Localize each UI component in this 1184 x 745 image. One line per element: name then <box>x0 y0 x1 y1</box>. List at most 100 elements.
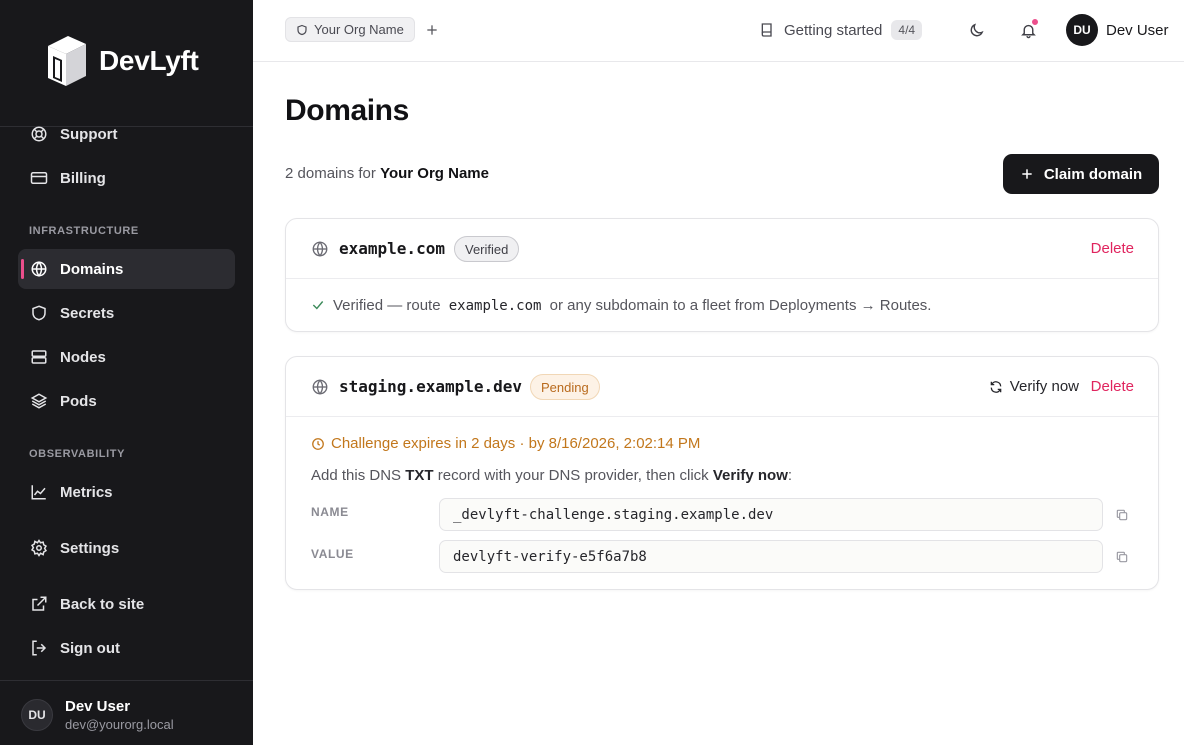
sidebar-item-support[interactable]: Support <box>18 114 235 154</box>
shield-icon <box>297 24 307 35</box>
note-suffix: or any subdomain to a fleet from Deploym… <box>549 297 932 314</box>
verify-now-button[interactable]: Verify now <box>989 378 1079 395</box>
verified-note: Verified — route example.com or any subd… <box>333 297 931 314</box>
instr-action: Verify now <box>712 467 788 484</box>
logo[interactable]: DevLyft <box>44 34 199 88</box>
sidebar-item-label: Secrets <box>60 304 115 322</box>
org-name: Your Org Name <box>314 22 404 37</box>
org-switcher[interactable]: Your Org Name <box>285 17 415 42</box>
sidebar: DevLyft Support Billing INFRASTRUCTURE D… <box>0 0 253 745</box>
verify-now-label: Verify now <box>1009 378 1079 395</box>
org-name: Your Org Name <box>380 165 489 182</box>
globe-icon <box>312 241 328 257</box>
sidebar-item-domains[interactable]: Domains <box>18 249 235 289</box>
check-icon <box>312 301 324 310</box>
sidebar-item-label: Nodes <box>60 348 106 366</box>
sidebar-item-label: Domains <box>60 260 124 278</box>
status-badge: Verified <box>454 236 520 262</box>
sidebar-item-metrics[interactable]: Metrics <box>18 472 235 512</box>
sidebar-item-label: Sign out <box>60 639 120 657</box>
record-name-label: NAME <box>311 505 349 519</box>
domain-card-body: Challenge expires in 2 days · by 8/16/20… <box>286 417 1158 589</box>
sidebar-item-billing[interactable]: Billing <box>18 158 235 198</box>
copy-icon[interactable] <box>1115 550 1129 564</box>
claim-domain-button[interactable]: Claim domain <box>1003 154 1159 194</box>
sidebar-item-label: Metrics <box>60 483 113 501</box>
domain-card: example.com Verified Delete Verified — r… <box>285 218 1159 332</box>
sidebar-item-back-to-site[interactable]: Back to site <box>18 584 235 624</box>
refresh-icon <box>990 380 1002 393</box>
user-email: dev@yourorg.local <box>65 717 174 732</box>
delete-button[interactable]: Delete <box>1091 240 1134 257</box>
note-prefix: Verified — route <box>333 297 441 314</box>
instr-suffix: : <box>787 467 793 484</box>
challenge-text: Challenge expires in 2 days · by 8/16/20… <box>331 435 701 452</box>
domain-count-text: 2 domains for <box>285 165 376 182</box>
globe-icon <box>31 261 47 277</box>
domain-name: example.com <box>339 239 445 258</box>
avatar: DU <box>21 699 53 731</box>
lifebuoy-icon <box>31 126 47 142</box>
section-label-infrastructure: INFRASTRUCTURE <box>29 225 139 237</box>
sidebar-item-pods[interactable]: Pods <box>18 381 235 421</box>
logo-text: DevLyft <box>99 45 199 76</box>
domain-card-body: Verified — route example.com or any subd… <box>286 279 1158 331</box>
sidebar-item-label: Billing <box>60 169 106 187</box>
sidebar-item-settings[interactable]: Settings <box>18 528 235 568</box>
domain-card: staging.example.dev Pending Verify now D… <box>285 356 1159 590</box>
gear-icon <box>30 539 48 557</box>
layers-icon <box>30 393 48 409</box>
external-link-icon <box>32 596 47 611</box>
sign-out-icon <box>32 640 47 656</box>
instr-text: record with your DNS provider, then clic… <box>437 467 709 484</box>
globe-icon <box>312 379 328 395</box>
challenge-expiry: Challenge expires in 2 days · by 8/16/20… <box>311 435 700 452</box>
notifications-button[interactable] <box>1018 18 1039 40</box>
sidebar-item-secrets[interactable]: Secrets <box>18 293 235 333</box>
chart-icon <box>31 485 46 500</box>
note-domain: example.com <box>448 298 542 314</box>
sidebar-item-sign-out[interactable]: Sign out <box>18 628 235 668</box>
domain-card-header: staging.example.dev Pending Verify now D… <box>286 357 1158 417</box>
user-menu[interactable]: DU Dev User <box>1066 14 1169 46</box>
dns-instructions: Add this DNS TXT record with your DNS pr… <box>311 467 792 484</box>
sidebar-user[interactable]: DU Dev User dev@yourorg.local <box>21 698 174 732</box>
sidebar-item-label: Pods <box>60 392 97 410</box>
domain-card-header: example.com Verified Delete <box>286 219 1158 279</box>
delete-button[interactable]: Delete <box>1091 378 1134 395</box>
topbar: Your Org Name Getting started 4/4 DU Dev… <box>253 0 1184 62</box>
clock-icon <box>312 437 324 450</box>
shield-icon <box>32 305 46 321</box>
book-icon <box>761 23 772 37</box>
instr-record-type: TXT <box>405 467 434 484</box>
sidebar-divider <box>0 680 253 681</box>
section-label-observability: OBSERVABILITY <box>29 448 126 460</box>
instr-text: Add this DNS <box>311 467 402 484</box>
sidebar-item-label: Back to site <box>60 595 145 613</box>
record-name-field[interactable]: _devlyft-challenge.staging.example.dev <box>439 498 1103 531</box>
notification-dot <box>1031 18 1039 26</box>
getting-started-button[interactable]: Getting started 4/4 <box>759 18 923 42</box>
getting-started-label: Getting started <box>784 21 883 39</box>
plus-icon <box>1022 169 1032 179</box>
progress-badge: 4/4 <box>891 20 923 40</box>
domain-count: 2 domains for Your Org Name <box>285 165 489 182</box>
record-value-field[interactable]: devlyft-verify-e5f6a7b8 <box>439 540 1103 573</box>
page-title: Domains <box>285 94 409 127</box>
credit-card-icon <box>30 172 48 184</box>
plus-icon <box>427 25 437 35</box>
moon-icon <box>970 22 984 36</box>
add-org-button[interactable] <box>423 21 441 39</box>
user-name: Dev User <box>65 698 131 715</box>
domain-name: staging.example.dev <box>339 377 523 396</box>
server-icon <box>31 350 47 364</box>
avatar: DU <box>1066 14 1098 46</box>
sidebar-item-nodes[interactable]: Nodes <box>18 337 235 377</box>
theme-toggle-button[interactable] <box>966 20 986 40</box>
copy-icon[interactable] <box>1115 508 1129 522</box>
sidebar-item-label: Settings <box>60 539 120 557</box>
status-badge: Pending <box>530 374 600 400</box>
logo-icon <box>48 36 86 86</box>
sidebar-item-label: Support <box>60 125 118 143</box>
claim-domain-label: Claim domain <box>1043 165 1143 183</box>
